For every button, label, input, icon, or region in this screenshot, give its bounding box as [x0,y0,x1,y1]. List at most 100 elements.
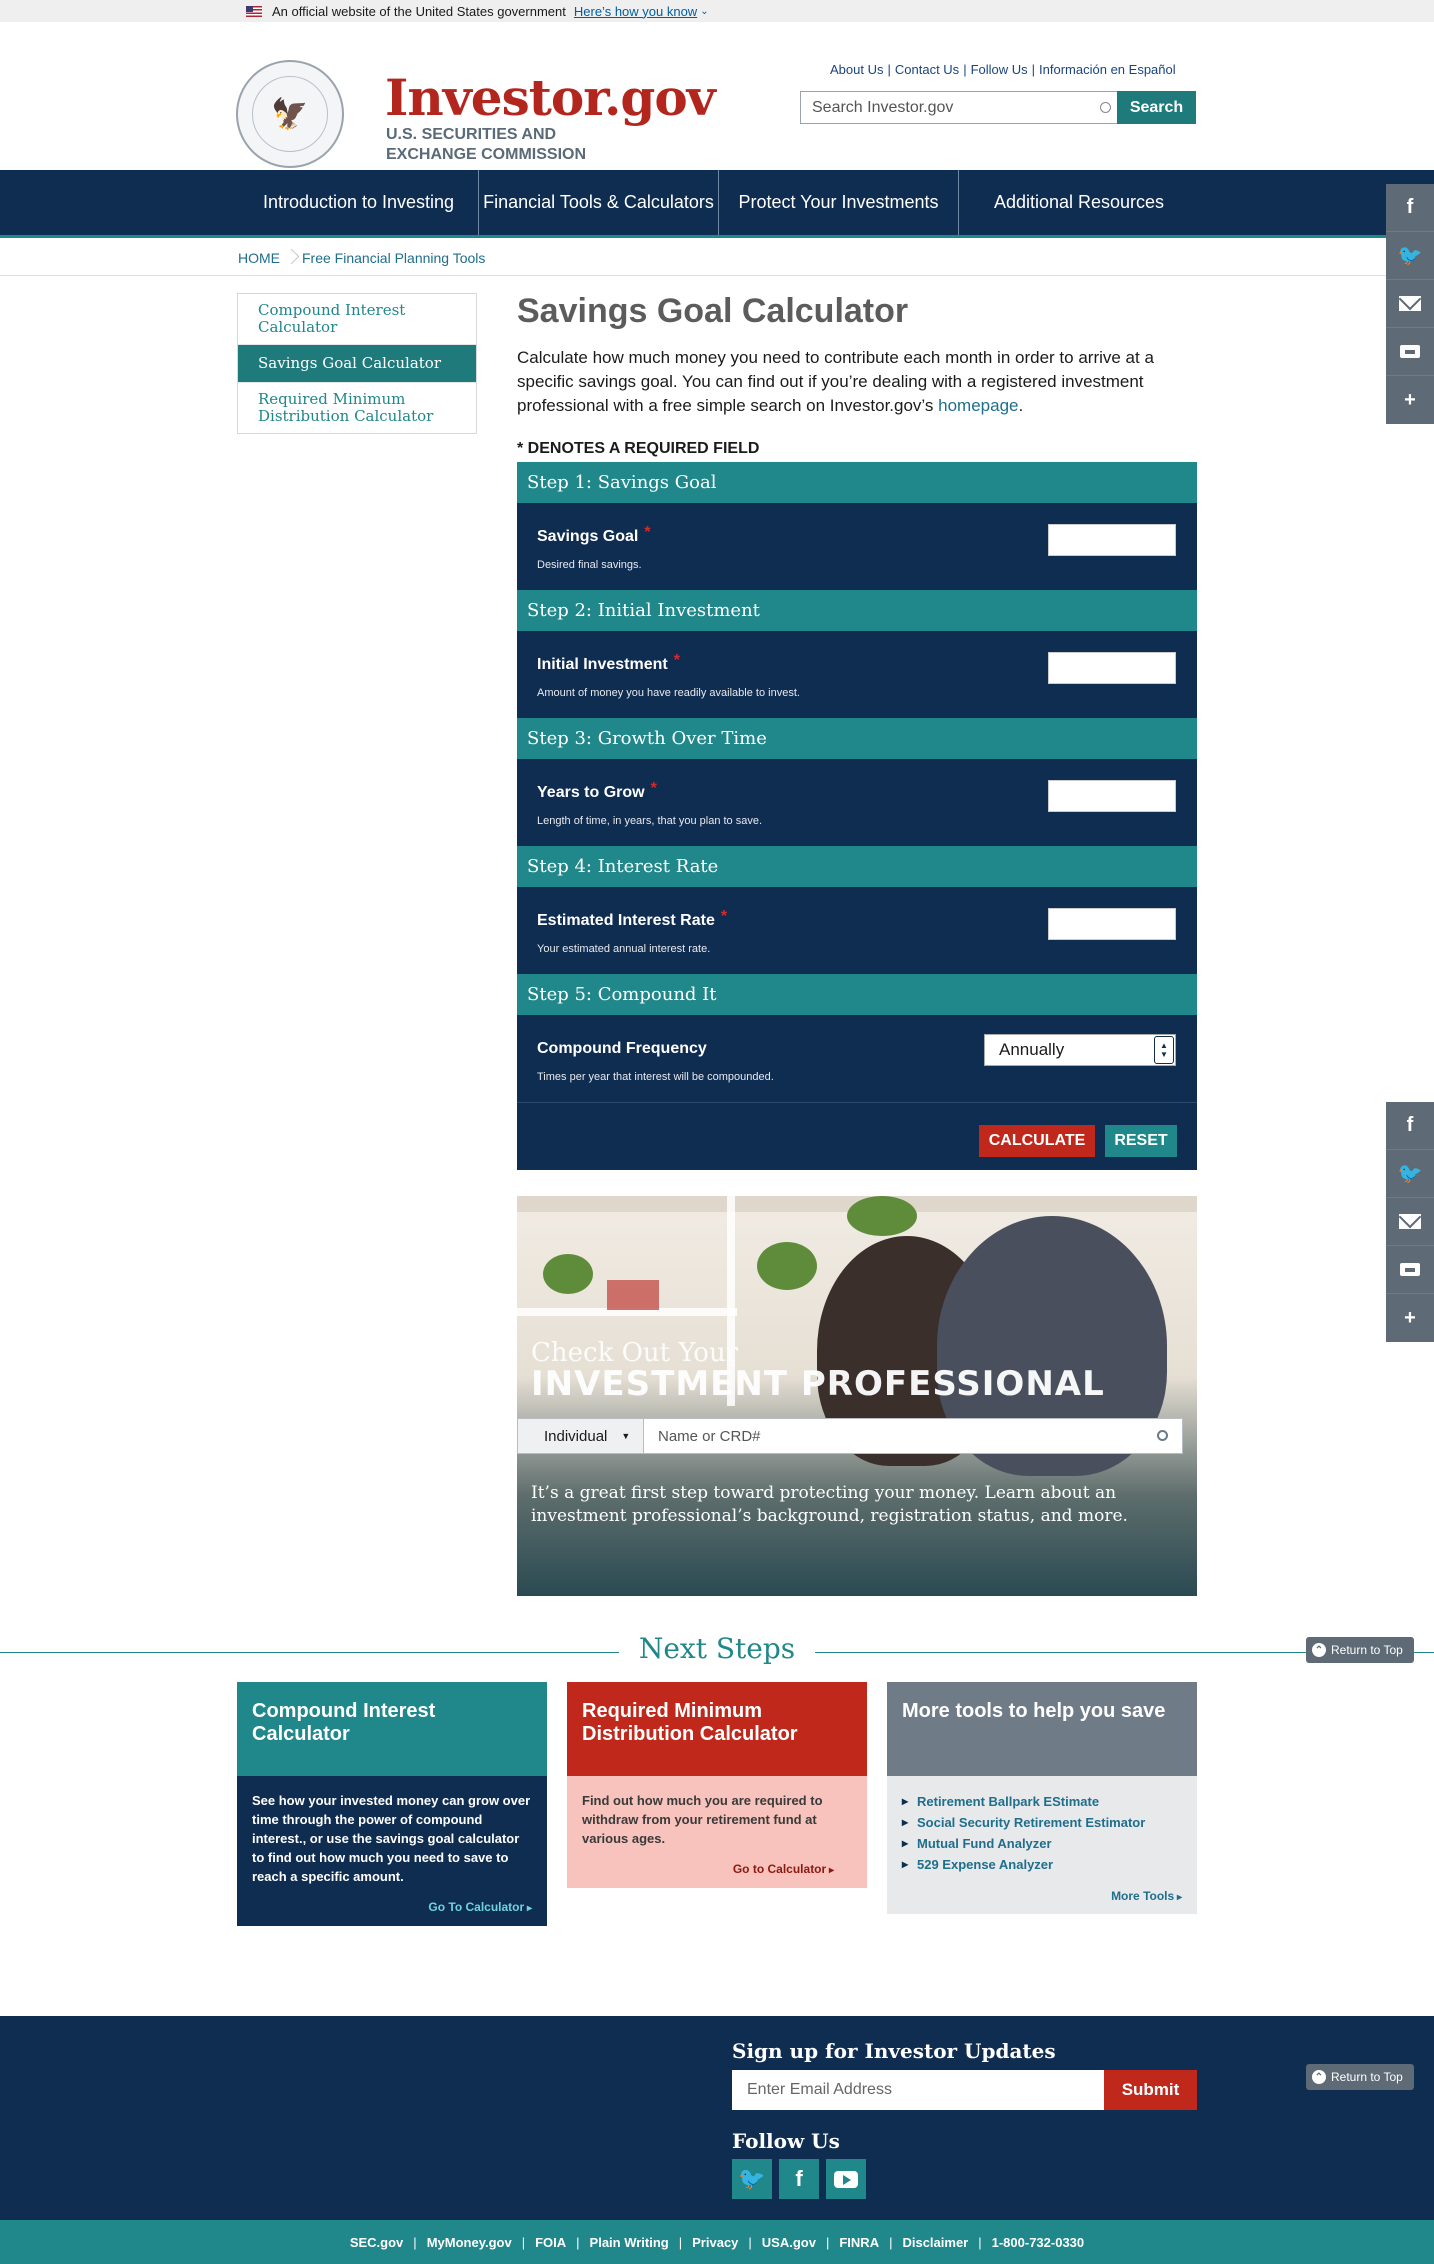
card-rmd-title: Required Minimum Distribution Calculator [567,1682,867,1776]
record-player-image [607,1280,659,1310]
reset-button[interactable]: RESET [1105,1125,1177,1157]
calculate-button[interactable]: CALCULATE [979,1125,1095,1157]
form-actions: CALCULATE RESET [517,1102,1197,1170]
interest-rate-input[interactable] [1048,908,1176,940]
tool-link-retirement-ballpark[interactable]: Retirement Ballpark EStimate [902,1791,1182,1812]
step-5-body: Compound Frequency Times per year that i… [517,1015,1197,1102]
interest-rate-help: Your estimated annual interest rate. [537,943,711,955]
compound-frequency-select[interactable]: Annually ▲ ▼ [984,1034,1176,1066]
footer-phone: 1-800-732-0330 [991,2234,1085,2250]
card-rmd-body: Find out how much you are required to wi… [567,1776,867,1888]
footer-link-disclaimer[interactable]: Disclaimer [902,2235,968,2250]
email-input[interactable]: Enter Email Address [732,2070,1104,2110]
gov-banner: An official website of the United States… [0,0,1434,22]
about-us-link[interactable]: About Us [830,62,883,77]
sidebar-item-rmd[interactable]: Required Minimum Distribution Calculator [238,382,476,433]
compound-frequency-value: Annually [999,1040,1065,1059]
follow-us-link[interactable]: Follow Us [971,62,1028,77]
tool-link-mutual-fund[interactable]: Mutual Fund Analyzer [902,1833,1182,1854]
step-1-heading: Step 1: Savings Goal [517,462,1197,503]
nav-financial-tools[interactable]: Financial Tools & Calculators [479,170,719,235]
card-compound-link[interactable]: Go To Calculator [252,1898,532,1918]
footer-link-finra[interactable]: FINRA [839,2235,879,2250]
plant-image [757,1242,817,1290]
youtube-icon[interactable] [826,2159,866,2199]
more-share-icon[interactable]: + [1386,1294,1434,1342]
follow-us-title: Follow Us [732,2129,840,2153]
email-share-icon[interactable] [1386,280,1434,328]
card-rmd: Required Minimum Distribution Calculator… [567,1682,867,1888]
years-to-grow-input[interactable] [1048,780,1176,812]
share-rail-top: f 🐦 + [1386,184,1434,424]
more-tools-link[interactable]: More Tools [902,1887,1182,1907]
twitter-icon[interactable]: 🐦 [732,2159,772,2199]
nav-additional-resources[interactable]: Additional Resources [959,170,1199,235]
nav-protect-investments[interactable]: Protect Your Investments [719,170,959,235]
footer-link-mymoney[interactable]: MyMoney.gov [427,2235,512,2250]
how-you-know-link[interactable]: Here’s how you know [574,4,697,19]
site-header: 🦅 Investor.gov U.S. SECURITIES AND EXCHA… [0,22,1434,170]
chevron-down-icon: ⌄ [700,5,709,17]
return-to-top-button[interactable]: ⌃ Return to Top [1306,1637,1414,1663]
step-1-body: Savings Goal * Desired final savings. [517,503,1197,590]
utility-links: About Us | Contact Us | Follow Us | Informa… [830,62,1176,77]
footer-return-to-top-button[interactable]: ⌃ Return to Top [1306,2064,1414,2090]
footer-link-usagov[interactable]: USA.gov [762,2235,816,2250]
sidebar-item-compound-interest[interactable]: Compound Interest Calculator [238,294,476,344]
email-share-icon[interactable] [1386,1198,1434,1246]
step-2-body: Initial Investment * Amount of money you … [517,631,1197,718]
tool-link-529-expense[interactable]: 529 Expense Analyzer [902,1854,1182,1875]
sec-seal-logo[interactable]: 🦅 [236,60,344,168]
breadcrumb-free-tools[interactable]: Free Financial Planning Tools [302,250,485,266]
print-icon[interactable] [1386,1246,1434,1294]
plant-image [847,1196,917,1236]
required-asterisk: * [644,524,651,541]
initial-investment-input[interactable] [1048,652,1176,684]
footer-link-sec[interactable]: SEC.gov [350,2235,403,2250]
tool-link-social-security[interactable]: Social Security Retirement Estimator [902,1812,1182,1833]
card-compound-interest: Compound Interest Calculator See how you… [237,1682,547,1926]
footer-link-privacy[interactable]: Privacy [692,2235,738,2250]
savings-goal-label: Savings Goal * [537,524,651,545]
site-logo-title[interactable]: Investor.gov [385,68,716,127]
search-clear-icon[interactable] [1100,102,1111,113]
facebook-share-icon[interactable]: f [1386,184,1434,232]
facebook-icon[interactable]: f [779,2159,819,2199]
card-rmd-link[interactable]: Go to Calculator [582,1860,834,1880]
required-asterisk: * [673,652,680,669]
savings-goal-input[interactable] [1048,524,1176,556]
step-5-heading: Step 5: Compound It [517,974,1197,1015]
card-compound-title: Compound Interest Calculator [237,1682,547,1776]
homepage-link[interactable]: homepage [938,396,1018,415]
breadcrumb-home[interactable]: HOME [238,250,280,266]
site-logo-subtitle: U.S. SECURITIES AND EXCHANGE COMMISSION [386,126,587,163]
twitter-share-icon[interactable]: 🐦 [1386,232,1434,280]
more-share-icon[interactable]: + [1386,376,1434,424]
compound-frequency-label: Compound Frequency [537,1040,707,1057]
espanol-link[interactable]: Información en Español [1039,62,1176,77]
sidebar-item-savings-goal[interactable]: Savings Goal Calculator [238,344,476,382]
search-icon[interactable] [1157,1430,1168,1441]
footer-links-bar: SEC.gov | MyMoney.gov | FOIA | Plain Writin… [0,2220,1434,2264]
years-to-grow-label: Years to Grow * [537,780,657,801]
sidebar-nav: Compound Interest Calculator Savings Goa… [237,293,477,434]
years-to-grow-help: Length of time, in years, that you plan … [537,815,763,827]
footer-link-foia[interactable]: FOIA [535,2235,566,2250]
search-button[interactable]: Search [1117,91,1196,124]
search-input[interactable]: Search Investor.gov [800,91,1118,124]
submit-button[interactable]: Submit [1104,2070,1197,2110]
savings-calculator-form: Step 1: Savings Goal Savings Goal * Desir… [517,462,1197,1170]
initial-investment-label: Initial Investment * [537,652,680,673]
nav-introduction-to-investing[interactable]: Introduction to Investing [239,170,479,235]
twitter-share-icon[interactable]: 🐦 [1386,1150,1434,1198]
promo-type-select[interactable]: Individual ▼ [518,1419,644,1453]
us-flag-icon [246,5,262,17]
contact-us-link[interactable]: Contact Us [895,62,959,77]
search-placeholder: Search Investor.gov [812,98,954,116]
facebook-share-icon[interactable]: f [1386,1102,1434,1150]
step-4-heading: Step 4: Interest Rate [517,846,1197,887]
footer-link-plain-writing[interactable]: Plain Writing [590,2235,669,2250]
arrow-up-icon: ⌃ [1312,2070,1326,2084]
promo-name-input[interactable]: Name or CRD# [644,1428,1182,1445]
print-icon[interactable] [1386,328,1434,376]
